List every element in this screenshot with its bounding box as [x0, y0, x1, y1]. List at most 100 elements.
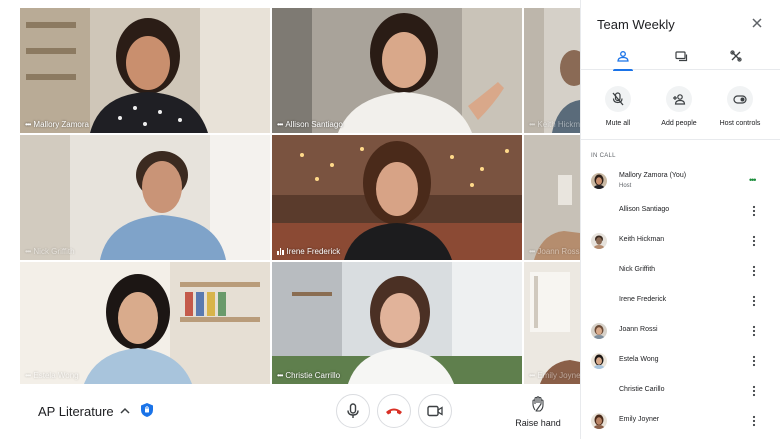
more-vert-icon[interactable] [751, 234, 757, 248]
mic-button[interactable] [336, 394, 370, 428]
video-tile-mallory-zamora[interactable]: ••• Mallory Zamora [20, 8, 270, 133]
participant-video [272, 8, 522, 133]
more-vert-icon[interactable] [751, 204, 757, 218]
host-actions: Mute all Add people Host controls [581, 80, 780, 140]
avatar [591, 323, 607, 339]
add-person-icon [666, 86, 692, 112]
participant-name: Mallory Zamora (You) [619, 172, 687, 179]
mute-all-button[interactable]: Mute all [586, 86, 650, 127]
participant-name: Estela Wong [619, 356, 659, 363]
video-tile-joann-rossi[interactable]: ••• Joann Rossi [524, 135, 580, 260]
video-tile-christie-carrillo[interactable]: ••• Christie Carrillo [272, 262, 522, 384]
close-icon[interactable] [749, 15, 765, 31]
video-grid: ••• Mallory Zamora ••• Allison Santiago [20, 8, 580, 384]
tile-name-tag: ••• Mallory Zamora [25, 120, 89, 129]
camera-button[interactable] [418, 394, 452, 428]
video-tile-keith-hickman[interactable]: ••• Keith Hickman [524, 8, 580, 133]
raise-hand-button[interactable]: Raise hand [514, 396, 562, 428]
more-vert-icon[interactable] [751, 384, 757, 398]
participant-video [20, 135, 270, 260]
tile-name-tag: ••• Nick Griffith [25, 247, 75, 256]
participant-video [524, 135, 580, 260]
participant-video [524, 8, 580, 133]
chevron-up-icon [120, 406, 130, 417]
participant-row[interactable]: Irene Frederick [581, 286, 780, 316]
meeting-details-toggle[interactable]: AP Literature [38, 404, 130, 419]
avatar [591, 233, 607, 249]
tile-name-tag: ••• Allison Santiago [277, 120, 343, 129]
shield-icon[interactable] [140, 402, 154, 418]
tile-name-tag: ••• Estela Wong [25, 371, 79, 380]
participant-row[interactable]: Nick Griffith [581, 256, 780, 286]
audio-indicator-icon: ••• [25, 120, 31, 129]
speaking-indicator-icon: ••• [749, 175, 757, 185]
audio-indicator-icon: ••• [25, 371, 31, 380]
participant-name: Keith Hickman [619, 236, 665, 243]
participant-row[interactable]: Keith Hickman [581, 226, 780, 256]
tile-name-tag: ••• Christie Carrillo [277, 371, 340, 380]
avatar [591, 173, 607, 189]
audio-indicator-icon: ••• [529, 120, 535, 129]
participant-row[interactable]: Mallory Zamora (You) Host ••• [581, 166, 780, 196]
avatar [591, 353, 607, 369]
participant-row[interactable]: Allison Santiago [581, 196, 780, 226]
participant-role: Host [619, 183, 632, 189]
participant-row[interactable]: Christie Carillo [581, 376, 780, 406]
meeting-side-panel: Team Weekly Mute all Add people Host con… [580, 0, 780, 439]
add-people-label: Add people [661, 120, 697, 127]
audio-indicator-icon: ••• [277, 120, 283, 129]
participant-row[interactable]: Emily Joyner [581, 406, 780, 436]
more-vert-icon[interactable] [751, 264, 757, 278]
more-vert-icon[interactable] [751, 324, 757, 338]
raise-hand-label: Raise hand [515, 418, 561, 428]
tile-name: Keith Hickman [537, 120, 580, 129]
raise-hand-icon [532, 396, 544, 412]
participant-video [20, 8, 270, 133]
video-tile-estela-wong[interactable]: ••• Estela Wong [20, 262, 270, 384]
people-icon [616, 50, 629, 62]
video-tile-emily-joyner[interactable]: ••• Emily Joyner [524, 262, 580, 384]
tile-name: Irene Frederick [286, 247, 341, 256]
meeting-name: AP Literature [38, 404, 114, 419]
participant-name: Irene Frederick [619, 296, 667, 303]
tab-activities[interactable] [711, 42, 761, 70]
tab-chat[interactable] [656, 42, 706, 70]
participant-row[interactable]: Estela Wong [581, 346, 780, 376]
mic-icon [347, 403, 359, 418]
tile-name: Christie Carrillo [285, 371, 341, 380]
end-call-button[interactable] [377, 394, 411, 428]
participant-video [272, 262, 522, 384]
add-people-button[interactable]: Add people [647, 86, 711, 127]
tile-name: Allison Santiago [285, 120, 343, 129]
audio-indicator-icon: ••• [25, 247, 31, 256]
call-controls-bar: AP Literature Raise hand [0, 384, 580, 439]
video-tile-irene-frederick[interactable]: Irene Frederick [272, 135, 522, 260]
participant-name: Allison Santiago [619, 206, 670, 213]
host-controls-button[interactable]: Host controls [708, 86, 772, 127]
tile-name-tag: ••• Joann Rossi [529, 247, 580, 256]
mute-all-icon [605, 86, 631, 112]
mute-all-label: Mute all [605, 120, 631, 127]
video-tile-nick-griffith[interactable]: ••• Nick Griffith [20, 135, 270, 260]
activities-icon [730, 50, 742, 62]
panel-title: Team Weekly [597, 17, 675, 32]
more-vert-icon[interactable] [751, 414, 757, 428]
end-call-icon [386, 408, 402, 415]
participant-video [272, 135, 522, 260]
participant-name: Joann Rossi [619, 326, 658, 333]
host-controls-label: Host controls [719, 120, 761, 127]
audio-indicator-icon: ••• [529, 247, 535, 256]
participant-name: Christie Carillo [619, 386, 665, 393]
video-tile-allison-santiago[interactable]: ••• Allison Santiago [272, 8, 522, 133]
participant-name: Emily Joyner [619, 416, 660, 423]
chat-icon [674, 50, 687, 61]
more-vert-icon[interactable] [751, 354, 757, 368]
participant-video [524, 262, 580, 384]
tile-name: Nick Griffith [33, 247, 75, 256]
participant-row[interactable]: Joann Rossi [581, 316, 780, 346]
more-vert-icon[interactable] [751, 294, 757, 308]
tile-name-tag: ••• Emily Joyner [529, 371, 580, 380]
host-controls-icon [727, 86, 753, 112]
in-call-heading: IN CALL [591, 153, 616, 159]
tab-people[interactable] [598, 42, 648, 71]
